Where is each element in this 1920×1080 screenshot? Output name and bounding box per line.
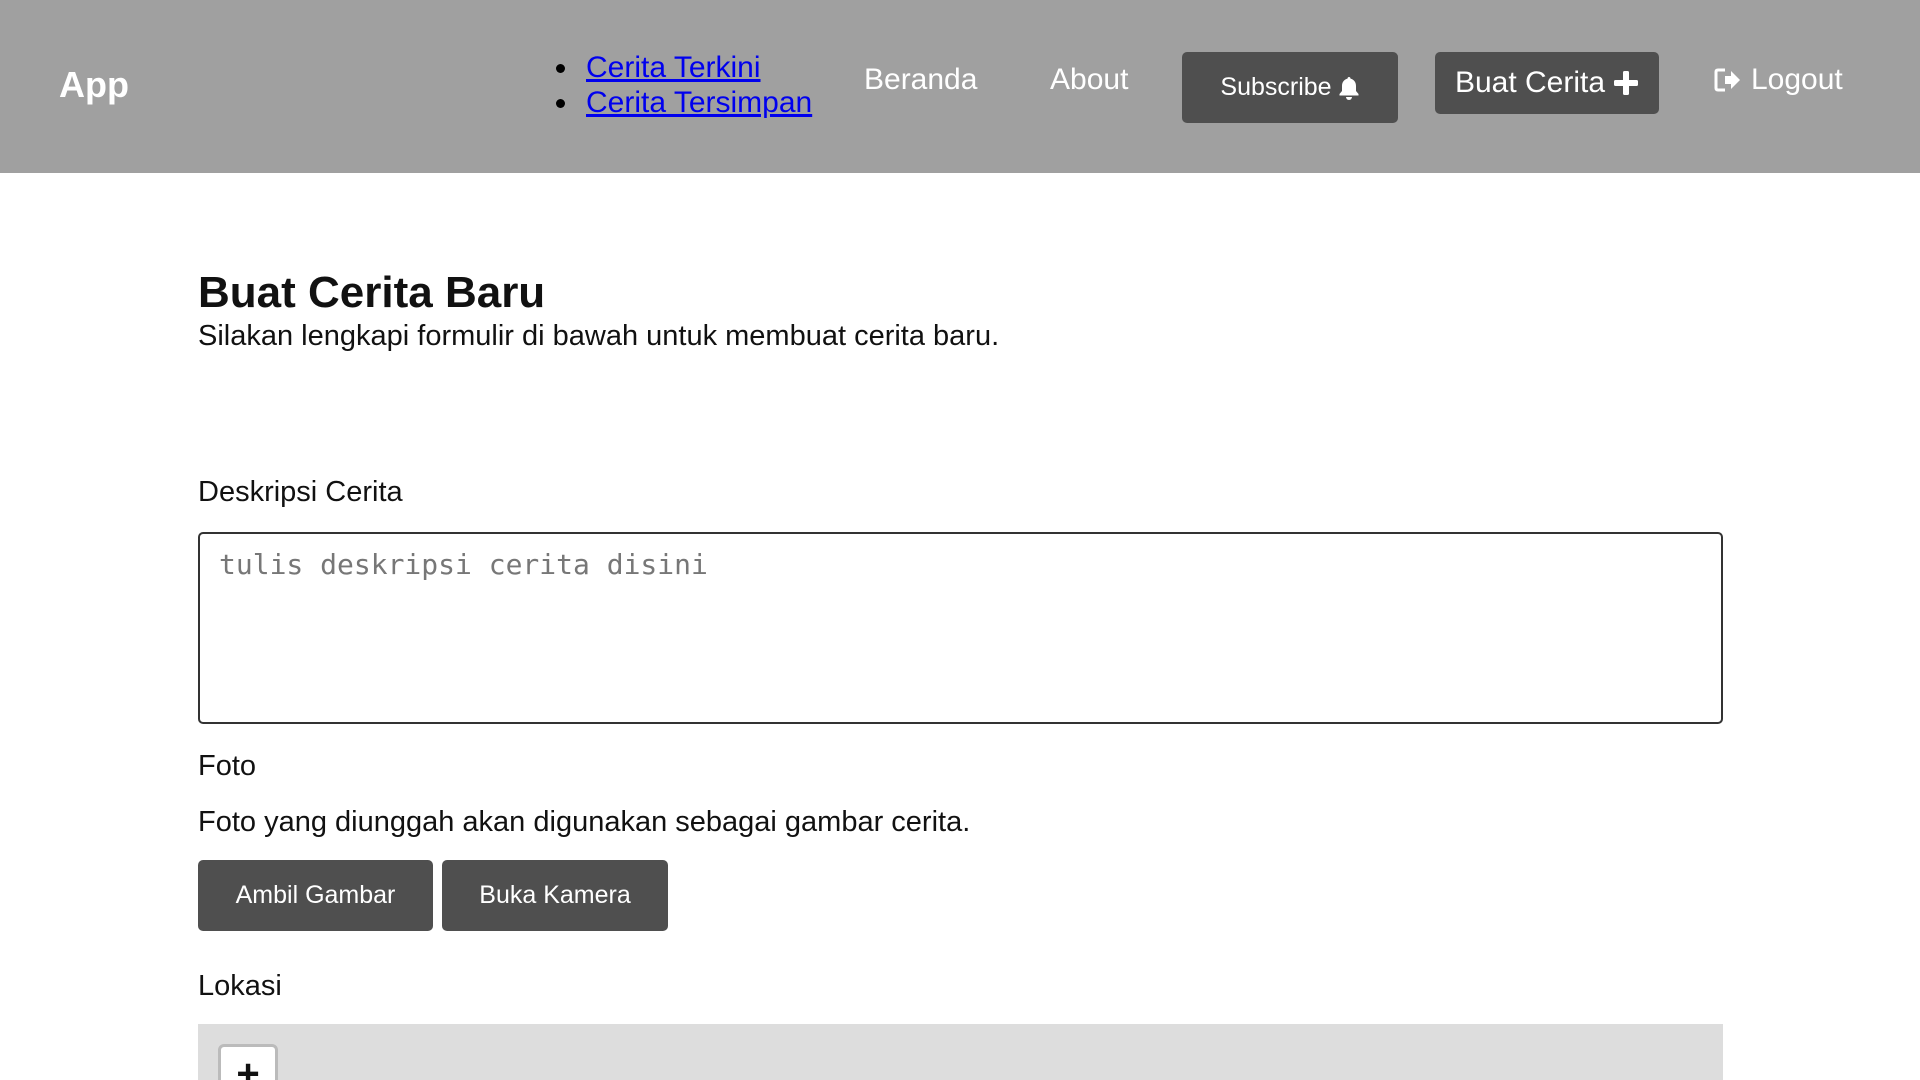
page-title: Buat Cerita Baru (198, 268, 546, 317)
page-subtitle: Silakan lengkapi formulir di bawah untuk… (198, 320, 1000, 352)
location-map[interactable]: + (198, 1024, 1723, 1080)
open-camera-button[interactable]: Buka Kamera (442, 860, 668, 931)
link-cerita-tersimpan[interactable]: Cerita Tersimpan (586, 86, 812, 119)
description-textarea[interactable] (198, 532, 1723, 724)
nav-beranda[interactable]: Beranda (864, 62, 977, 98)
logout-label: Logout (1751, 63, 1843, 96)
location-label: Lokasi (198, 970, 282, 1002)
link-cerita-terkini[interactable]: Cerita Terkini (586, 51, 761, 84)
buat-cerita-label: Buat Cerita (1454, 66, 1606, 99)
map-zoom-in-button[interactable]: + (218, 1044, 278, 1080)
nav-about[interactable]: About (1050, 62, 1128, 98)
photo-help-text: Foto yang diunggah akan digunakan sebaga… (198, 806, 971, 838)
app-header: App Cerita Terkini Cerita Tersimpan Bera… (0, 0, 1920, 173)
description-label: Deskripsi Cerita (198, 476, 403, 508)
story-links-list: Cerita Terkini Cerita Tersimpan (556, 50, 812, 120)
buat-cerita-button[interactable]: Buat Cerita (1435, 52, 1659, 114)
take-picture-button[interactable]: Ambil Gambar (198, 860, 433, 931)
subscribe-label: Subscribe (1220, 73, 1332, 101)
subscribe-button[interactable]: Subscribe (1182, 52, 1398, 123)
list-item: Cerita Terkini (556, 50, 812, 85)
logout-link[interactable]: Logout (1713, 62, 1843, 98)
plus-icon (1614, 71, 1639, 95)
brand-logo[interactable]: App (59, 64, 129, 106)
photo-label: Foto (198, 750, 257, 782)
bell-icon (1339, 76, 1359, 100)
sign-out-icon (1714, 68, 1740, 92)
list-item: Cerita Tersimpan (556, 85, 812, 120)
